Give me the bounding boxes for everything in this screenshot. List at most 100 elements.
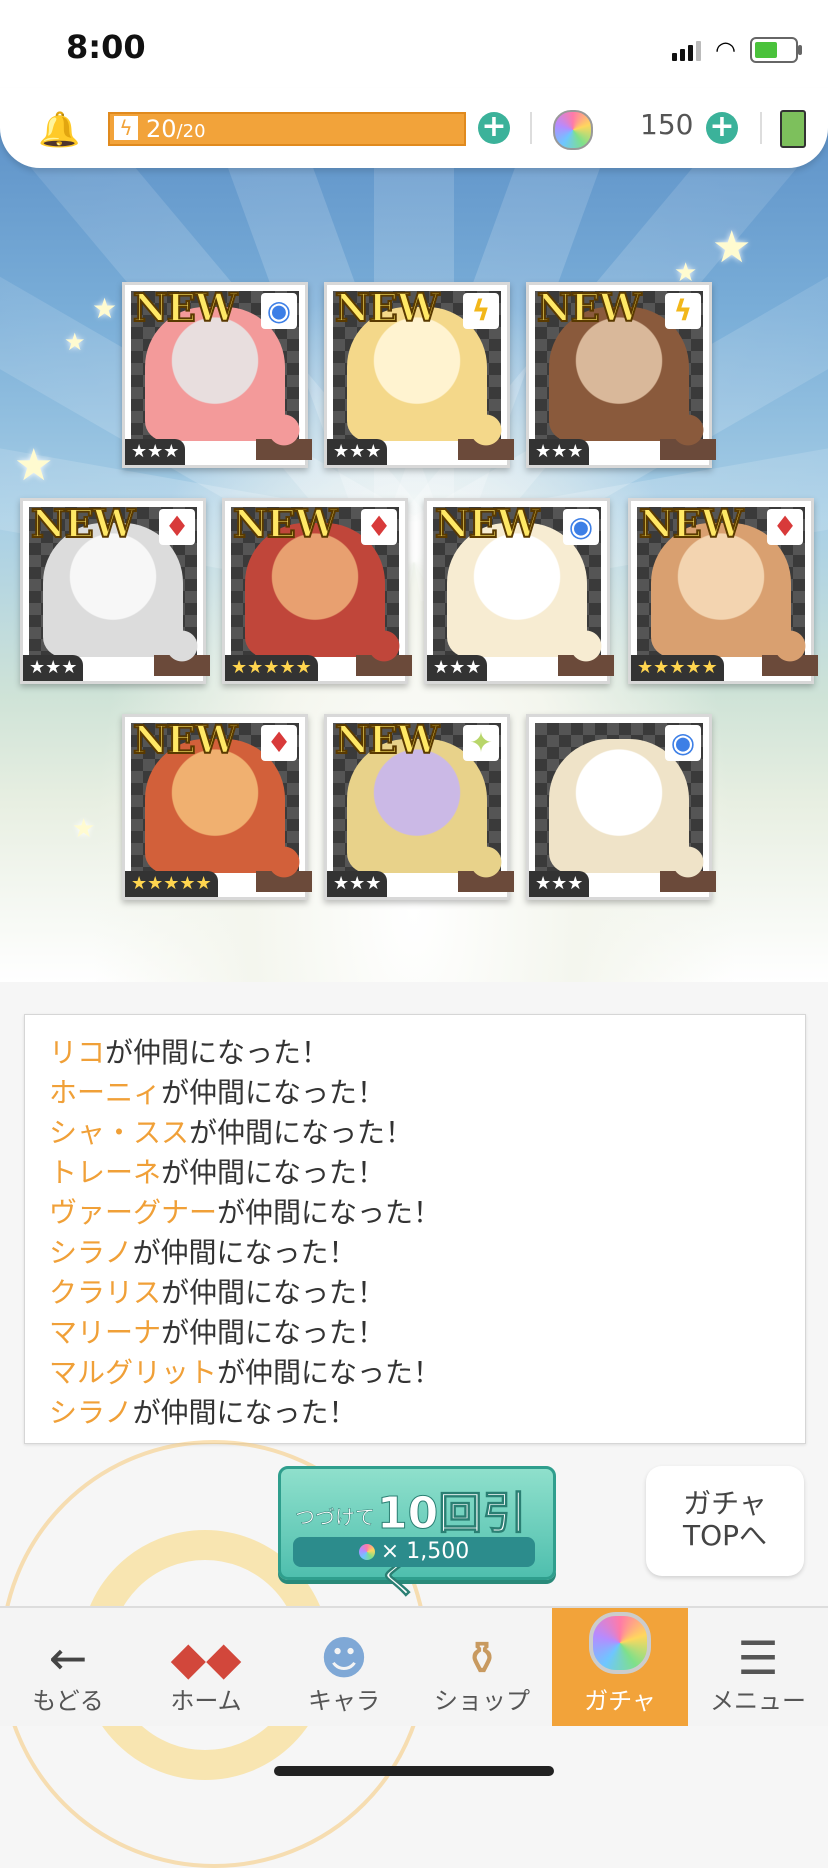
energy-item-icon[interactable]	[780, 110, 806, 148]
new-badge: NEW	[536, 285, 642, 331]
new-badge: NEW	[334, 717, 440, 763]
nav-menu[interactable]: ☰ メニュー	[690, 1608, 826, 1726]
recruit-message: が仲間になった！	[105, 1036, 330, 1069]
new-badge: NEW	[232, 501, 338, 547]
pull-10-button[interactable]: つづけて 10回引く × 1,500	[278, 1466, 556, 1604]
new-badge: NEW	[334, 285, 440, 331]
sparkle-star-icon: ★	[92, 292, 118, 325]
sparkle-star-icon: ★	[14, 440, 54, 491]
bell-icon[interactable]: 🔔	[38, 110, 80, 150]
sparkle-star-icon: ★	[64, 328, 86, 356]
recruit-message: が仲間になった！	[189, 1116, 414, 1149]
diamond-attribute-icon: ♦	[159, 509, 195, 545]
battery-icon	[750, 37, 802, 63]
signal-icon	[672, 39, 702, 61]
nav-character[interactable]: ☻ キャラ	[276, 1608, 412, 1726]
circle-attribute-icon: ◉	[563, 509, 599, 545]
rarity-stars: ★★★	[327, 439, 388, 465]
nav-back[interactable]: ← もどる	[0, 1608, 136, 1726]
nav-gacha[interactable]: ガチャ	[552, 1608, 688, 1726]
recruit-message: が仲間になった！	[161, 1316, 386, 1349]
rarity-stars: ★★★	[125, 439, 186, 465]
bolt-attribute-icon: ϟ	[463, 293, 499, 329]
nav-label: キャラ	[308, 1687, 380, 1715]
recruit-message: が仲間になった！	[161, 1156, 386, 1189]
divider	[530, 112, 532, 144]
rarity-stars: ★★★	[327, 871, 388, 897]
wifi-icon: ◠	[715, 36, 736, 64]
recruit-log-line: マリーナが仲間になった！	[49, 1313, 805, 1353]
pull-cost: × 1,500	[293, 1537, 535, 1567]
recruit-message: が仲間になった！	[132, 1236, 357, 1269]
recruit-log[interactable]: リコが仲間になった！ ホーニィが仲間になった！ シャ・ススが仲間になった！ トレーネが…	[24, 1014, 806, 1444]
pixel-sprite	[660, 844, 716, 904]
diamond-attribute-icon: ♦	[261, 725, 297, 761]
diamond-attribute-icon: ♦	[361, 509, 397, 545]
pixel-sprite	[154, 628, 210, 688]
pixel-sprite	[356, 628, 412, 688]
recruit-log-line: ホーニィが仲間になった！	[49, 1073, 805, 1113]
recruit-log-line: シャ・ススが仲間になった！	[49, 1113, 805, 1153]
pixel-sprite	[256, 412, 312, 472]
home-indicator	[274, 1766, 554, 1776]
nav-home[interactable]: ◆◆ ホーム	[138, 1608, 274, 1726]
pixel-sprite	[558, 628, 614, 688]
recruit-log-line: クラリスが仲間になった！	[49, 1273, 805, 1313]
status-time: 8:00	[66, 28, 146, 66]
gem-icon	[358, 1544, 375, 1560]
divider	[760, 112, 762, 144]
gacha-top-line1: ガチャ	[683, 1487, 767, 1520]
gacha-top-line2: TOPへ	[682, 1519, 768, 1552]
nav-shop[interactable]: ⚱ ショップ	[414, 1608, 550, 1726]
character-name: クラリス	[49, 1276, 162, 1309]
character-name: ホーニィ	[49, 1076, 162, 1109]
pixel-sprite	[458, 412, 514, 472]
add-stamina-button[interactable]: +	[478, 112, 510, 144]
sparkle-attribute-icon: ✦	[463, 725, 499, 761]
rarity-stars: ★★★	[529, 871, 590, 897]
new-badge: NEW	[638, 501, 744, 547]
nav-label: メニュー	[710, 1687, 806, 1715]
character-name: シラノ	[49, 1396, 133, 1429]
sparkle-star-icon: ★	[72, 814, 96, 844]
recruit-log-line: トレーネが仲間になった！	[49, 1153, 805, 1193]
recruit-log-list: リコが仲間になった！ ホーニィが仲間になった！ シャ・ススが仲間になった！ トレーネが…	[25, 1015, 805, 1433]
character-name: リコ	[49, 1036, 106, 1069]
gacha-top-button[interactable]: ガチャ TOPへ	[646, 1466, 804, 1576]
recruit-message: が仲間になった！	[132, 1396, 357, 1429]
add-gems-button[interactable]: +	[706, 112, 738, 144]
recruit-message: が仲間になった！	[161, 1076, 386, 1109]
character-name: シャ・スス	[49, 1116, 190, 1149]
recruit-message: が仲間になった！	[217, 1196, 442, 1229]
rarity-stars: ★★★	[529, 439, 590, 465]
status-bar: 8:00 ◠	[0, 0, 828, 92]
stamina-bar: ϟ 20/20	[108, 112, 466, 146]
sparkle-star-icon: ★	[712, 222, 752, 273]
diamond-attribute-icon: ♦	[767, 509, 803, 545]
rarity-stars: ★★★★★	[631, 655, 724, 681]
status-icons: ◠	[672, 36, 802, 64]
character-name: マリーナ	[49, 1316, 162, 1349]
stamina-value: 20/20	[146, 115, 206, 143]
recruit-log-line: リコが仲間になった！	[49, 1033, 805, 1073]
rarity-stars: ★★★	[23, 655, 84, 681]
gacha-result-banner: ★ ★ ★ ★ ★ ★ NEW ◉ ★★★ NEW ϟ ★★★ NEW ϟ ★★★ NEW ♦ ★★★…	[0, 92, 828, 982]
character-name: ヴァーグナー	[49, 1196, 218, 1229]
nav-label: ショップ	[434, 1687, 530, 1715]
new-badge: NEW	[434, 501, 540, 547]
character-name: トレーネ	[49, 1156, 162, 1189]
pixel-sprite	[660, 412, 716, 472]
gem-icon	[553, 110, 593, 150]
new-badge: NEW	[132, 285, 238, 331]
pixel-sprite	[256, 844, 312, 904]
resource-bar: 🔔 ϟ 20/20 + 150 +	[0, 88, 828, 168]
character-name: マルグリット	[49, 1356, 218, 1389]
circle-attribute-icon: ◉	[665, 725, 701, 761]
character-name: シラノ	[49, 1236, 133, 1269]
circle-attribute-icon: ◉	[261, 293, 297, 329]
gem-count: 150	[640, 108, 694, 141]
pull-prefix: つづけて	[295, 1505, 376, 1530]
nav-label: ホーム	[170, 1687, 242, 1715]
stamina-bolt-icon: ϟ	[114, 116, 138, 140]
rarity-stars: ★★★★★	[125, 871, 218, 897]
